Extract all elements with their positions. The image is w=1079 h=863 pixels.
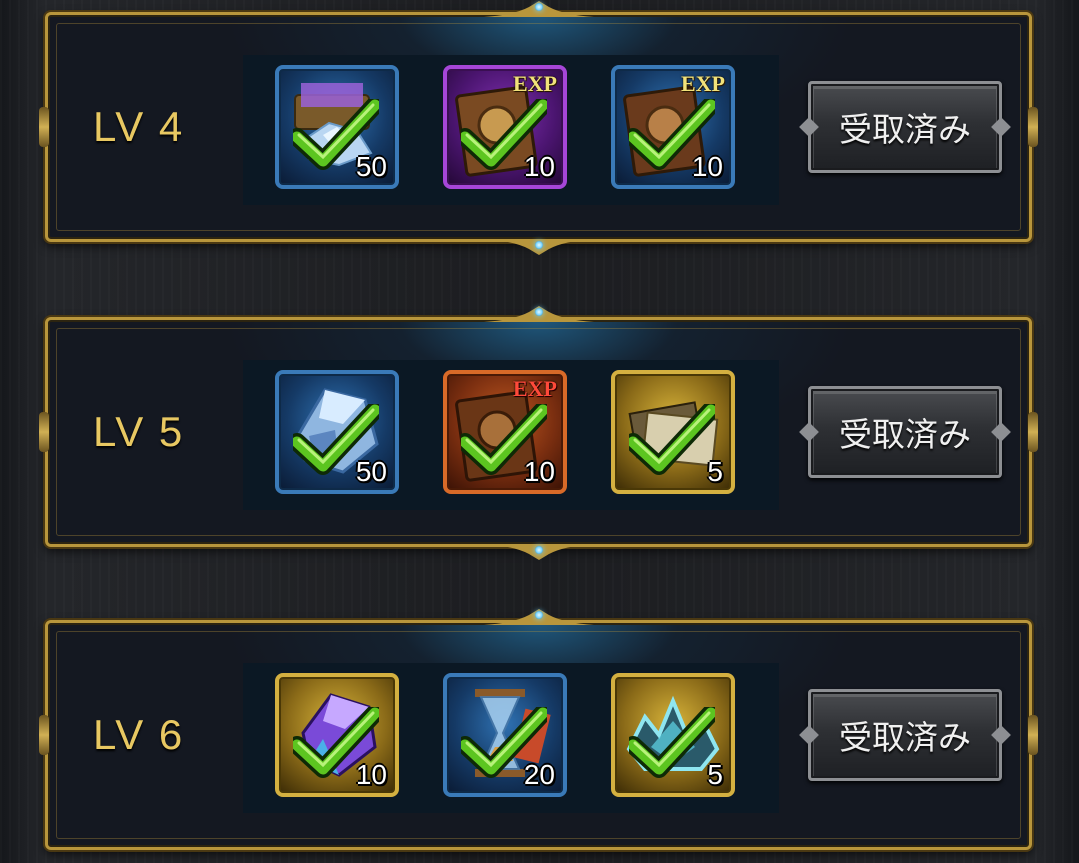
side-ornament (1028, 715, 1038, 755)
reward-quantity: 10 (355, 759, 387, 790)
reward-quantity: 10 (523, 151, 555, 182)
reward-list: 50 EXP 10 5 (243, 360, 779, 510)
gem-ornament (534, 3, 543, 11)
claimed-button[interactable]: 受取済み (808, 386, 1002, 478)
reward-tier-panel: LV 6 10 20 5 受取済み (39, 609, 1038, 850)
reward-item[interactable]: EXP 10 (611, 65, 735, 189)
reward-item[interactable]: 20 (443, 673, 567, 797)
reward-quantity: 50 (355, 151, 387, 182)
exp-tag: EXP (513, 71, 557, 96)
side-ornament (39, 107, 49, 147)
gem-ornament (534, 308, 543, 316)
side-ornament (1028, 412, 1038, 452)
reward-item[interactable]: EXP 10 (443, 65, 567, 189)
reward-quantity: 5 (707, 759, 723, 790)
check-icon (629, 707, 715, 778)
reward-tier-panel: LV 5 50 EXP 10 5 受取済み (39, 306, 1038, 560)
check-icon (629, 404, 715, 475)
reward-item[interactable]: 50 (275, 65, 399, 189)
claimed-button[interactable]: 受取済み (808, 81, 1002, 173)
level-label: LV 6 (93, 711, 185, 758)
level-label: LV 4 (93, 103, 185, 150)
gem-ornament (534, 241, 543, 249)
claimed-button[interactable]: 受取済み (808, 689, 1002, 781)
reward-quantity: 50 (355, 456, 387, 487)
reward-item[interactable]: 5 (611, 370, 735, 494)
reward-item[interactable]: 10 (275, 673, 399, 797)
reward-item[interactable]: EXP 10 (443, 370, 567, 494)
reward-list: 10 20 5 (243, 663, 779, 813)
reward-item[interactable]: 5 (611, 673, 735, 797)
level-label: LV 5 (93, 408, 185, 455)
gem-ornament (534, 611, 543, 619)
reward-list: 50 EXP 10 EXP 10 (243, 55, 779, 205)
side-ornament (39, 412, 49, 452)
side-ornament (39, 715, 49, 755)
reward-quantity: 5 (707, 456, 723, 487)
reward-quantity: 10 (523, 456, 555, 487)
exp-tag: EXP (681, 71, 725, 96)
reward-quantity: 20 (523, 759, 555, 790)
gem-ornament (534, 546, 543, 554)
side-ornament (1028, 107, 1038, 147)
exp-tag: EXP (513, 376, 557, 401)
reward-tier-panel: LV 4 50 EXP 10 EXP 10 受取済み (39, 1, 1038, 255)
reward-quantity: 10 (691, 151, 723, 182)
reward-item[interactable]: 50 (275, 370, 399, 494)
